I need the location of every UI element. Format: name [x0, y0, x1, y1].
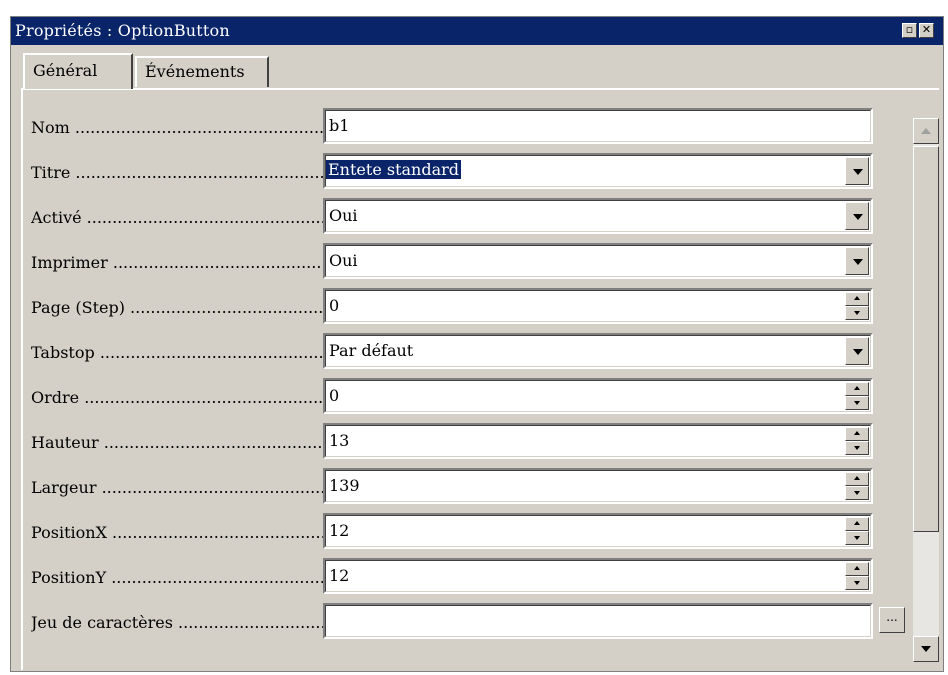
spin-up-icon[interactable] [845, 472, 869, 486]
property-label: PositionY [31, 568, 327, 587]
tab-general[interactable]: Général [23, 53, 133, 89]
field-border [325, 245, 871, 277]
property-label: Titre [31, 163, 327, 182]
field-border [325, 290, 871, 322]
property-label: Ordre [31, 388, 327, 407]
scroll-thumb[interactable] [913, 146, 939, 532]
spin-up-icon[interactable] [845, 562, 869, 576]
property-value[interactable]: 0 [329, 386, 339, 405]
ellipsis-button[interactable]: ... [879, 607, 905, 633]
chevron-down-icon[interactable] [845, 337, 869, 365]
spin-up-icon[interactable] [845, 292, 869, 306]
title-bar[interactable]: Propriétés : OptionButton ▫ ✕ [11, 17, 943, 45]
field-border [325, 605, 871, 637]
property-value[interactable]: 12 [329, 566, 349, 585]
field-border [325, 560, 871, 592]
property-value[interactable]: Oui [329, 206, 358, 225]
property-label: Activé [31, 208, 327, 227]
property-field[interactable]: 139 [323, 468, 873, 504]
spin-down-icon[interactable] [845, 576, 869, 590]
property-value[interactable]: 12 [329, 521, 349, 540]
property-row: PositionY12 [23, 558, 893, 596]
property-field[interactable]: 12 [323, 513, 873, 549]
spin-down-icon[interactable] [845, 441, 869, 455]
property-label: Largeur [31, 478, 327, 497]
property-label: Imprimer [31, 253, 327, 272]
properties-panel: Nomb1TitreEntete standardActivéOuiImprim… [21, 88, 939, 670]
property-row: Largeur139 [23, 468, 893, 506]
property-label: Page (Step) [31, 298, 327, 317]
spin-arrows-icon[interactable] [845, 472, 869, 500]
window-title: Propriétés : OptionButton [15, 21, 230, 40]
chevron-down-icon[interactable] [845, 157, 869, 185]
property-field[interactable]: Oui [323, 198, 873, 234]
vertical-scrollbar[interactable] [913, 118, 939, 662]
spin-arrows-icon[interactable] [845, 292, 869, 320]
property-label: Nom [31, 118, 327, 137]
property-label: Tabstop [31, 343, 327, 362]
property-value[interactable]: 13 [329, 431, 349, 450]
chevron-down-icon[interactable] [845, 247, 869, 275]
tab-events[interactable]: Événements [135, 56, 269, 87]
property-field[interactable]: Par défaut [323, 333, 873, 369]
property-field[interactable]: b1 [323, 108, 873, 144]
property-label: PositionX [31, 523, 327, 542]
property-row: Nomb1 [23, 108, 893, 146]
property-label: Hauteur [31, 433, 327, 452]
property-row: TabstopPar défaut [23, 333, 893, 371]
property-field[interactable] [323, 603, 873, 639]
spin-arrows-icon[interactable] [845, 517, 869, 545]
property-field[interactable]: 0 [323, 288, 873, 324]
spin-up-icon[interactable] [845, 517, 869, 531]
property-value[interactable]: Par défaut [329, 341, 413, 360]
scroll-up-icon[interactable] [913, 118, 939, 144]
spin-up-icon[interactable] [845, 382, 869, 396]
spin-down-icon[interactable] [845, 486, 869, 500]
spin-arrows-icon[interactable] [845, 382, 869, 410]
restore-button[interactable]: ▫ [902, 23, 917, 38]
spin-arrows-icon[interactable] [845, 562, 869, 590]
property-row: Page (Step)0 [23, 288, 893, 326]
property-row: ImprimerOui [23, 243, 893, 281]
property-row: Ordre0 [23, 378, 893, 416]
scroll-down-icon[interactable] [913, 636, 939, 662]
spin-up-icon[interactable] [845, 427, 869, 441]
spin-down-icon[interactable] [845, 396, 869, 410]
property-row: PositionX12 [23, 513, 893, 551]
spin-down-icon[interactable] [845, 531, 869, 545]
field-border [325, 515, 871, 547]
close-button[interactable]: ✕ [919, 23, 934, 38]
properties-dialog: Propriétés : OptionButton ▫ ✕ Général Év… [10, 16, 944, 672]
spin-arrows-icon[interactable] [845, 427, 869, 455]
property-row: Hauteur13 [23, 423, 893, 461]
property-row: TitreEntete standard [23, 153, 893, 191]
property-value[interactable]: 0 [329, 296, 339, 315]
field-border [325, 470, 871, 502]
property-label: Jeu de caractères [31, 613, 327, 632]
spin-down-icon[interactable] [845, 306, 869, 320]
field-border [325, 110, 871, 142]
field-border [325, 200, 871, 232]
property-field[interactable]: Entete standard [323, 153, 873, 189]
property-row: Jeu de caractères... [23, 603, 905, 641]
property-field[interactable]: 13 [323, 423, 873, 459]
field-border [325, 380, 871, 412]
property-field[interactable]: 12 [323, 558, 873, 594]
property-field[interactable]: Oui [323, 243, 873, 279]
property-value[interactable]: b1 [329, 116, 349, 135]
property-value[interactable]: 139 [329, 476, 360, 495]
chevron-down-icon[interactable] [845, 202, 869, 230]
property-value[interactable]: Entete standard [326, 160, 462, 179]
property-row: ActivéOui [23, 198, 893, 236]
property-value[interactable]: Oui [329, 251, 358, 270]
field-border [325, 425, 871, 457]
property-field[interactable]: 0 [323, 378, 873, 414]
